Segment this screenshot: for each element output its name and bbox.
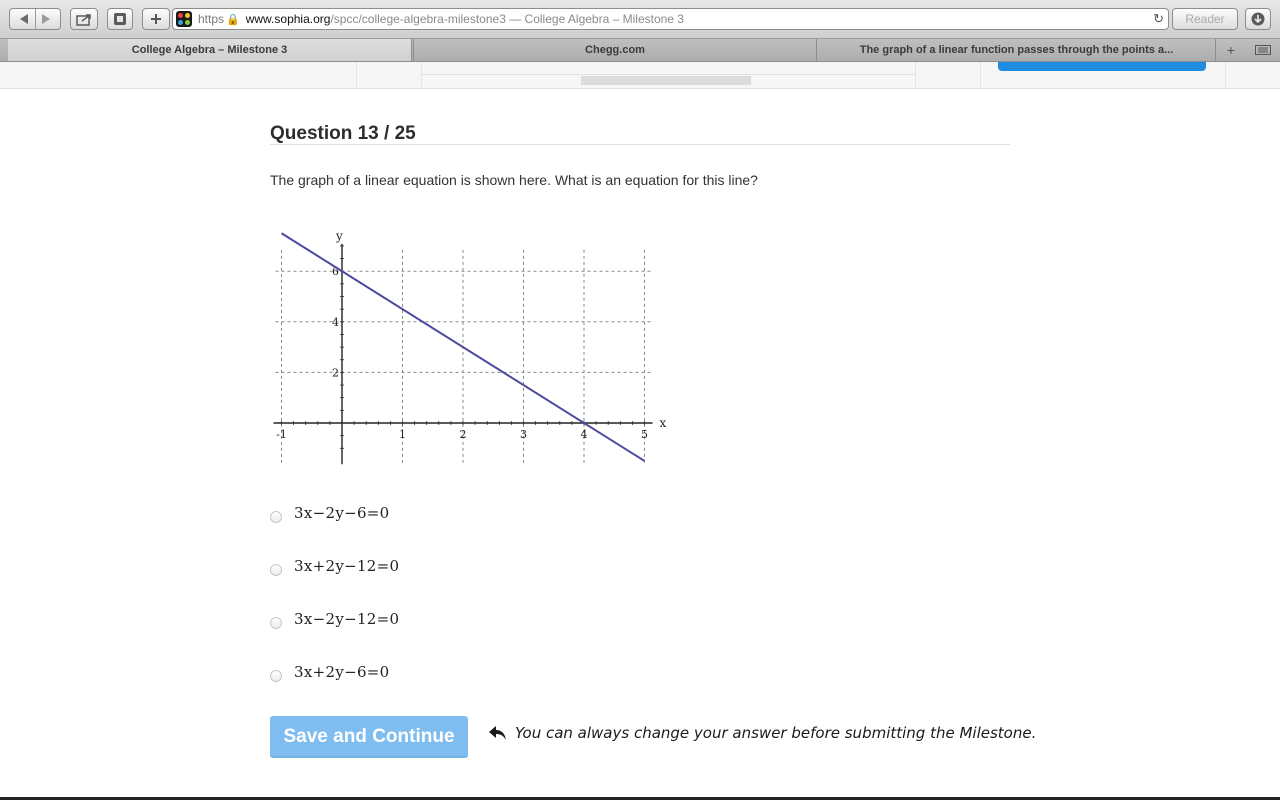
answer-change-hint: You can always change your answer before…	[515, 724, 1037, 742]
y-tick-label-0: 2	[332, 366, 339, 379]
reading-list-icon	[113, 12, 127, 26]
tab-college-algebra[interactable]: College Algebra – Milestone 3	[8, 39, 412, 61]
lock-icon: 🔒	[226, 14, 240, 26]
radio-option-3[interactable]	[270, 617, 282, 629]
linear-equation-graph: xy-1 1 2 3 4 5246	[273, 229, 667, 465]
downloads-button[interactable]	[1245, 8, 1271, 30]
reply-arrow-icon	[488, 724, 508, 742]
question-prompt: The graph of a linear equation is shown …	[270, 172, 758, 188]
url-scheme: https	[198, 12, 225, 26]
download-icon	[1251, 12, 1265, 26]
back-forward-buttons[interactable]	[9, 8, 61, 30]
add-tab-icon[interactable]: +	[1219, 39, 1243, 61]
save-and-continue-button[interactable]: Save and Continue	[270, 716, 468, 758]
share-button[interactable]	[70, 8, 98, 30]
tab-linear-function[interactable]: The graph of a linear function passes th…	[818, 39, 1216, 61]
radio-option-2[interactable]	[270, 564, 282, 576]
option-label-2: 3x+2y−12=0	[294, 557, 400, 575]
milestone-progress-bar	[581, 76, 751, 85]
plus-icon	[150, 13, 162, 25]
browser-toolbar: https 🔒 www.sophia.org/spcc/college-algebr…	[0, 0, 1280, 39]
x-tick-label-5: 5	[641, 428, 648, 441]
answer-option-1[interactable]: 3x−2y−6=0	[270, 502, 390, 524]
reader-button[interactable]: Reader	[1172, 8, 1238, 30]
x-tick-label-1: 1	[399, 428, 406, 441]
answer-option-3[interactable]: 3x−2y−12=0	[270, 608, 399, 630]
header-action-button[interactable]	[998, 62, 1206, 71]
x-tick-label-2: 2	[460, 428, 467, 441]
question-title: Question 13 / 25	[270, 123, 416, 144]
share-icon	[76, 13, 92, 26]
url-text[interactable]: https 🔒 www.sophia.org/spcc/college-algebr…	[198, 12, 684, 26]
option-label-1: 3x−2y−6=0	[294, 504, 390, 522]
url-page-title: — College Algebra – Milestone 3	[505, 12, 684, 26]
title-divider	[270, 144, 1010, 145]
site-favicon-icon	[176, 11, 192, 27]
forward-icon[interactable]	[41, 14, 51, 24]
tab-overview-icon[interactable]	[1248, 39, 1278, 61]
tab-chegg[interactable]: Chegg.com	[413, 39, 817, 61]
reload-icon[interactable]: ↻	[1153, 11, 1164, 27]
reading-list-button[interactable]	[107, 8, 133, 30]
radio-option-4[interactable]	[270, 670, 282, 682]
address-bar[interactable]: https 🔒 www.sophia.org/spcc/college-algebr…	[172, 8, 1169, 30]
x-axis-label: x	[660, 416, 667, 430]
new-tab-button[interactable]	[142, 8, 170, 30]
url-path: /spcc/college-algebra-milestone3	[330, 12, 506, 26]
y-axis-label: y	[335, 229, 343, 243]
answer-option-2[interactable]: 3x+2y−12=0	[270, 555, 399, 577]
x-tick-label-0: -1	[276, 428, 287, 441]
url-host: www.sophia.org	[245, 12, 331, 26]
x-tick-label-4: 4	[581, 428, 588, 441]
tab-bar: College Algebra – Milestone 3 Chegg.com …	[0, 39, 1280, 62]
back-icon[interactable]	[19, 14, 29, 24]
answer-option-4[interactable]: 3x+2y−6=0	[270, 661, 390, 683]
option-label-3: 3x−2y−12=0	[294, 610, 400, 628]
x-tick-label-3: 3	[520, 428, 527, 441]
radio-option-1[interactable]	[270, 511, 282, 523]
y-tick-label-1: 4	[332, 316, 339, 329]
option-label-4: 3x+2y−6=0	[294, 663, 390, 681]
